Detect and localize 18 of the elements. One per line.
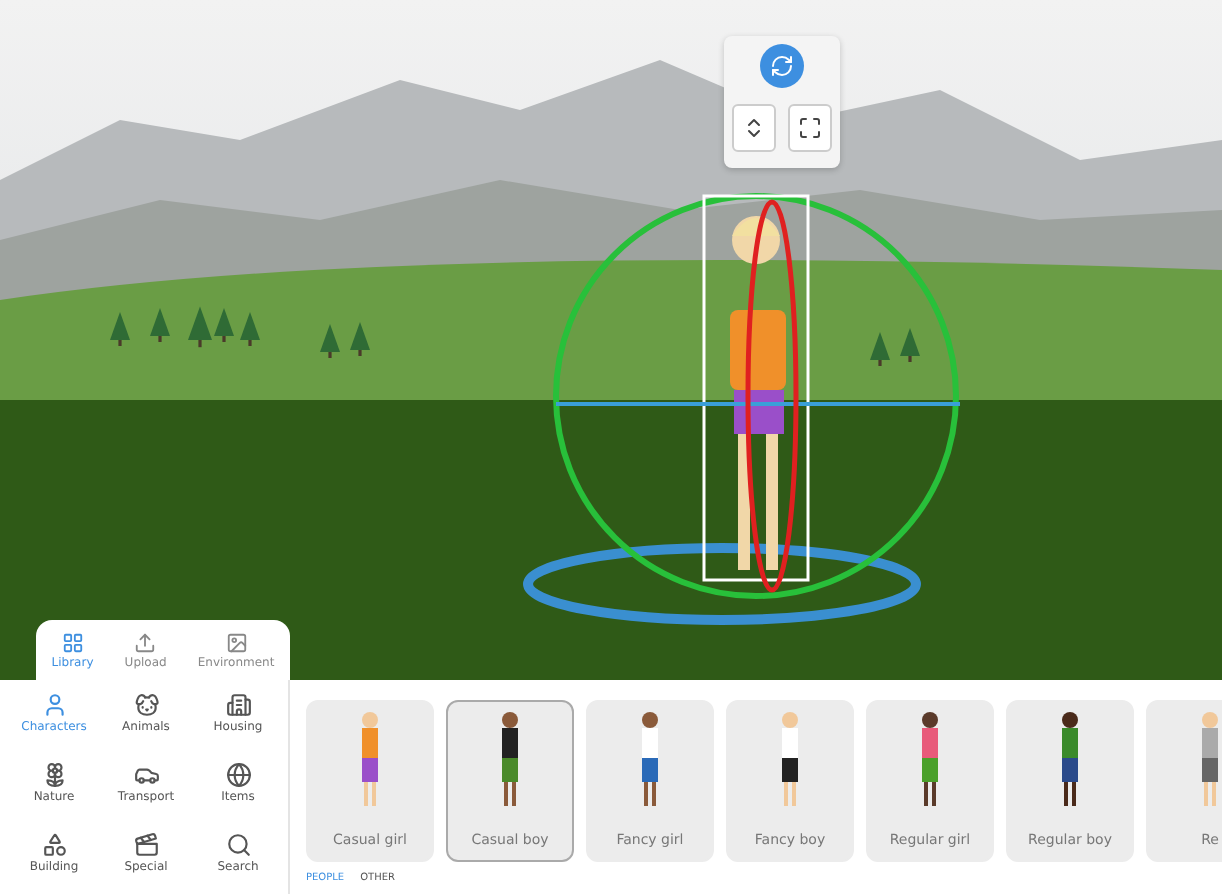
building-icon <box>225 692 251 718</box>
image-icon <box>225 631 248 653</box>
rotate-icon <box>770 54 794 78</box>
person-icon <box>41 692 67 718</box>
scene-drawing[interactable] <box>0 0 1222 680</box>
move-vertical-button[interactable] <box>732 104 776 152</box>
dog-icon <box>133 692 159 718</box>
upload-icon <box>134 631 157 653</box>
frame-corners-icon <box>798 116 822 140</box>
focus-button[interactable] <box>788 104 832 152</box>
search-icon <box>225 832 251 858</box>
flower-icon <box>41 762 67 788</box>
up-down-arrows-icon <box>742 116 766 140</box>
clapperboard-icon <box>133 832 159 858</box>
rotate-button[interactable] <box>760 44 804 88</box>
globe-icon <box>225 762 251 788</box>
grid-icon <box>61 631 84 653</box>
shapes-icon <box>41 832 67 858</box>
